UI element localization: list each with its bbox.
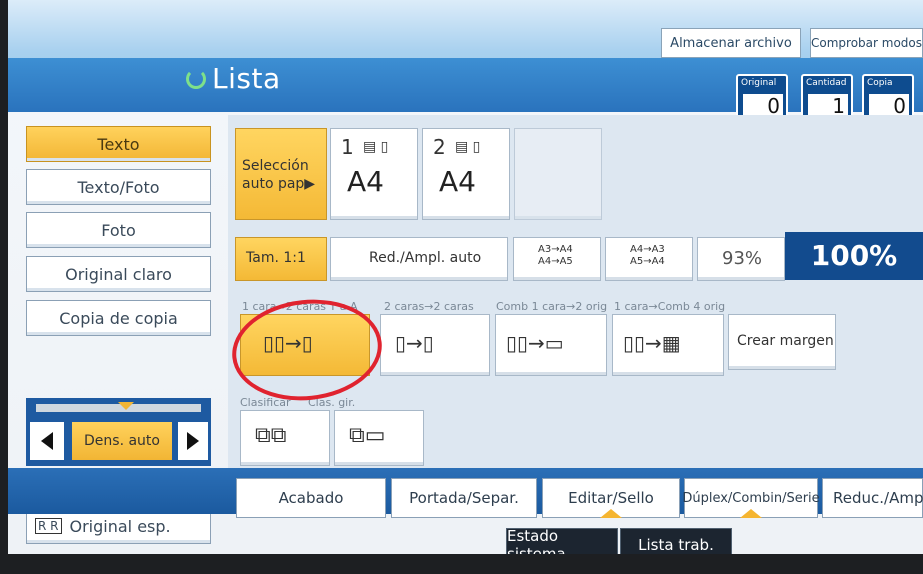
- duplex-icon: ▯→▯: [395, 331, 434, 355]
- mode-copy-of-copy[interactable]: Copia de copia: [26, 300, 211, 336]
- tab-caret-icon: [740, 509, 762, 518]
- tab-label: Reduc./Ampl: [833, 489, 923, 507]
- ratio-label: A4→A5: [538, 256, 573, 267]
- density-decrease-button[interactable]: [30, 422, 64, 460]
- preset-label: 93%: [722, 248, 763, 269]
- rotate-sort-button[interactable]: ⧉▭: [334, 410, 424, 466]
- tray-stack-icon: ▤ ▯: [363, 139, 389, 155]
- mode-label: Texto/Foto: [77, 177, 160, 197]
- density-increase-button[interactable]: [178, 422, 208, 460]
- combine-2-button[interactable]: ▯▯→▭: [495, 314, 607, 376]
- tab-label: Portada/Separ.: [409, 489, 519, 507]
- status: Lista: [186, 62, 281, 95]
- check-modes-label: Comprobar modos: [811, 36, 922, 50]
- create-margin-label: Crear margen: [737, 333, 834, 349]
- current-ratio: 100%: [785, 232, 923, 280]
- density-marker: [118, 402, 134, 410]
- tray-number: 1: [341, 135, 354, 159]
- arrow-left-icon: [41, 432, 53, 450]
- job-list-button[interactable]: Lista trab.: [620, 528, 732, 554]
- duplex-2-to-2-button[interactable]: ▯→▯: [380, 314, 490, 376]
- auto-reduce-enlarge-button[interactable]: Red./Ampl. auto: [330, 237, 508, 281]
- auto-reduce-label: Red./Ampl. auto: [369, 250, 482, 266]
- store-file-button[interactable]: Almacenar archivo: [661, 28, 801, 58]
- check-modes-button[interactable]: Comprobar modos: [810, 28, 923, 58]
- combine-icon: ▯▯→▦: [623, 331, 681, 355]
- rotate-sort-icon: ⧉▭: [349, 423, 386, 448]
- counter-label: Copia: [867, 78, 893, 88]
- mode-label: Texto: [97, 134, 140, 154]
- special-original-icon: R R: [35, 518, 62, 534]
- auto-paper-label: Selección auto pap▶: [242, 158, 316, 192]
- status-label: Lista: [212, 62, 281, 95]
- preset-93-button[interactable]: 93%: [697, 237, 785, 281]
- combine-icon: ▯▯→▭: [506, 331, 564, 355]
- mode-text-photo[interactable]: Texto/Foto: [26, 169, 211, 205]
- tab-reduce-enlarge[interactable]: Reduc./Ampl: [822, 478, 923, 518]
- ratio-a3-a4-button[interactable]: A3→A4 A4→A5: [513, 237, 601, 281]
- tray-2-button[interactable]: 2 ▤ ▯ A4: [422, 128, 510, 220]
- combine-4-button[interactable]: ▯▯→▦: [612, 314, 724, 376]
- mode-label: Copia de copia: [59, 308, 178, 328]
- ratio-label: A3→A4: [538, 244, 573, 255]
- density-control: Dens. auto: [26, 398, 211, 466]
- duplex-caption: 2 caras→2 caras: [384, 300, 474, 313]
- tab-label: Dúplex/Combin/Serie: [682, 490, 820, 506]
- tray-stack-icon: ▤ ▯: [455, 139, 481, 155]
- ratio-a4-a3-button[interactable]: A4→A3 A5→A4: [605, 237, 693, 281]
- mode-photo[interactable]: Foto: [26, 212, 211, 248]
- store-file-label: Almacenar archivo: [670, 35, 792, 51]
- tab-cover-separator[interactable]: Portada/Separ.: [391, 478, 537, 518]
- arrow-right-icon: [187, 432, 199, 450]
- density-label: Dens. auto: [84, 433, 160, 449]
- create-margin-button[interactable]: Crear margen: [728, 314, 836, 370]
- ratio-label: A5→A4: [630, 256, 665, 267]
- full-size-label: Tam. 1:1: [246, 250, 306, 266]
- tab-finishing[interactable]: Acabado: [236, 478, 386, 518]
- duplex-caption: Comb 1 cara→2 orig: [496, 300, 608, 313]
- tray-1-button[interactable]: 1 ▤ ▯ A4: [330, 128, 418, 220]
- tab-label: Editar/Sello: [568, 489, 654, 507]
- counter-label: Cantidad: [806, 78, 847, 88]
- mode-label: Original claro: [65, 264, 172, 284]
- mode-text[interactable]: Texto: [26, 126, 211, 162]
- density-auto-button[interactable]: Dens. auto: [72, 422, 172, 460]
- tray-number: 2: [433, 135, 446, 159]
- ratio-label: A4→A3: [630, 244, 665, 255]
- mode-label: Foto: [101, 220, 136, 240]
- tab-label: Acabado: [278, 489, 344, 507]
- status-button-label: Lista trab.: [638, 536, 714, 554]
- sort-icon: ⧉⧉: [255, 423, 287, 448]
- counter-label: Original: [741, 78, 777, 88]
- full-size-button[interactable]: Tam. 1:1: [235, 237, 327, 281]
- tab-caret-icon: [600, 509, 622, 518]
- sort-button[interactable]: ⧉⧉: [240, 410, 330, 466]
- paper-size: A4: [439, 165, 476, 198]
- bypass-tray-button[interactable]: [514, 128, 602, 220]
- auto-paper-select-button[interactable]: Selección auto pap▶: [235, 128, 327, 220]
- status-button-label: Estado sistema: [507, 527, 566, 554]
- copier-screen: Lista Almacenar archivo Comprobar modos …: [8, 0, 923, 554]
- ready-icon: [186, 68, 206, 89]
- special-original-label: Original esp.: [69, 516, 171, 536]
- system-status-button[interactable]: Estado sistema: [506, 527, 618, 554]
- duplex-caption: 1 cara→Comb 4 orig: [614, 300, 726, 313]
- paper-size: A4: [347, 165, 384, 198]
- mode-light-original[interactable]: Original claro: [26, 256, 211, 292]
